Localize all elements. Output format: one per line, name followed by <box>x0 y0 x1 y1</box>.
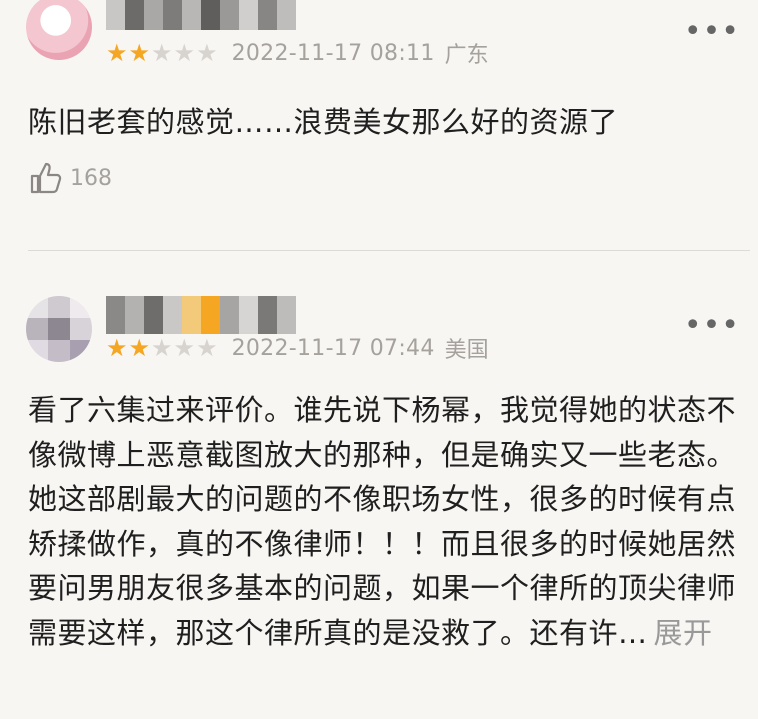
like-button[interactable]: 168 <box>28 160 112 196</box>
review-text-content: 看了六集过来评价。谁先说下杨幂，我觉得她的状态不像微博上恶意截图放大的那种，但是… <box>28 393 737 650</box>
divider <box>28 250 750 251</box>
star-filled-icon: ★ <box>128 39 151 67</box>
rating-stars: ★ ★ ★ ★ ★ <box>106 40 218 66</box>
star-empty-icon: ★ <box>151 39 173 67</box>
star-empty-icon: ★ <box>173 334 196 362</box>
review-meta: ★ ★ ★ ★ ★ 2022-11-17 08:11 广东 <box>106 38 489 68</box>
avatar[interactable] <box>26 0 92 60</box>
username-blurred[interactable] <box>106 0 296 30</box>
likes-count: 168 <box>70 165 112 191</box>
star-filled-icon: ★ <box>106 334 128 362</box>
star-empty-icon: ★ <box>196 334 218 362</box>
star-empty-icon: ★ <box>173 39 196 67</box>
more-dots-icon[interactable]: ••• <box>684 311 740 341</box>
star-filled-icon: ★ <box>128 334 151 362</box>
more-dots-icon[interactable]: ••• <box>684 17 740 47</box>
review-text: 陈旧老套的感觉……浪费美女那么好的资源了 <box>28 105 619 139</box>
username-blurred[interactable] <box>106 296 296 334</box>
thumbs-up-icon <box>30 162 62 194</box>
star-empty-icon: ★ <box>151 334 173 362</box>
rating-stars: ★ ★ ★ ★ ★ <box>106 335 218 361</box>
review-date: 2022-11-17 08:11 <box>231 40 435 66</box>
expand-link[interactable]: 展开 <box>654 616 713 650</box>
review-text: 看了六集过来评价。谁先说下杨幂，我觉得她的状态不像微博上恶意截图放大的那种，但是… <box>28 388 738 655</box>
review-date: 2022-11-17 07:44 <box>231 335 435 361</box>
review-region: 美国 <box>444 338 489 363</box>
avatar[interactable] <box>26 296 92 362</box>
review-region: 广东 <box>444 43 489 68</box>
review-meta: ★ ★ ★ ★ ★ 2022-11-17 07:44 美国 <box>106 333 489 363</box>
star-empty-icon: ★ <box>196 39 218 67</box>
star-filled-icon: ★ <box>106 39 128 67</box>
